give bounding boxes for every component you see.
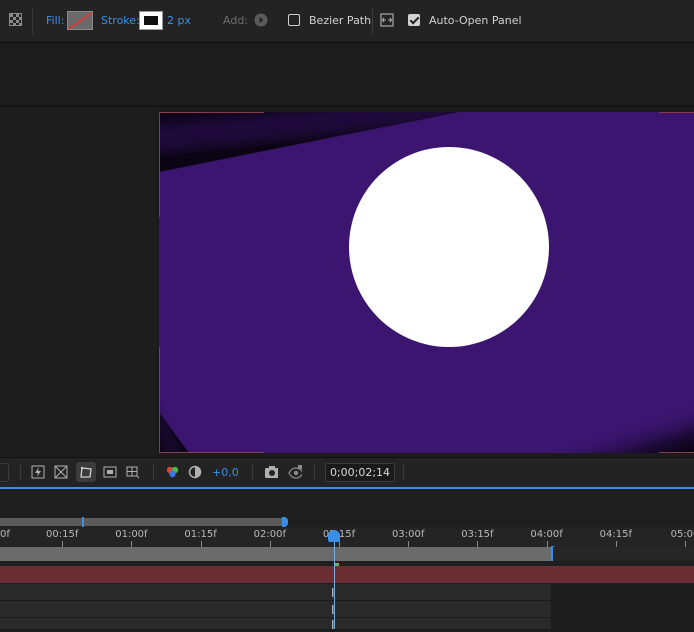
panel-tab-strip xyxy=(0,43,694,107)
transparency-grid-icon[interactable] xyxy=(54,465,68,479)
work-area-marker[interactable] xyxy=(82,517,84,527)
bezier-path-checkbox[interactable] xyxy=(288,14,300,26)
viewer-controls-bar: +0,0 0;00;02;14 xyxy=(0,457,694,487)
current-time-indicator-head[interactable] xyxy=(328,530,340,542)
ruler-time-label: 04:15f xyxy=(599,529,632,540)
toolbar-divider xyxy=(153,464,154,480)
magnification-dropdown[interactable] xyxy=(0,463,9,482)
align-distribute-icon[interactable] xyxy=(380,13,394,27)
auto-open-panel-label: Auto-Open Panel xyxy=(429,14,522,27)
ruler-time-label: 03:00f xyxy=(392,529,425,540)
layer-duration-bar[interactable] xyxy=(0,547,553,561)
region-of-interest-icon[interactable] xyxy=(103,465,117,479)
shape-layer-track[interactable] xyxy=(0,566,694,583)
snapshot-camera-icon[interactable] xyxy=(264,465,278,479)
auto-open-panel-checkbox[interactable] xyxy=(408,14,420,26)
grid-guides-icon[interactable] xyxy=(126,465,140,479)
layer-bar-empty-area xyxy=(553,547,694,561)
work-area-end-handle[interactable] xyxy=(282,517,288,527)
fill-label[interactable]: Fill: xyxy=(46,14,64,27)
stroke-swatch-inner xyxy=(144,16,158,25)
toolbar-divider xyxy=(314,464,315,480)
no-fill-slash-icon xyxy=(68,12,92,29)
work-area-bar[interactable] xyxy=(0,518,286,526)
show-channel-icon[interactable] xyxy=(165,465,179,479)
ruler-time-label: 0f xyxy=(0,529,10,540)
toolbar-divider xyxy=(32,8,33,34)
show-snapshot-icon[interactable] xyxy=(288,465,302,479)
stroke-color-swatch[interactable] xyxy=(139,11,163,30)
mask-path-icon[interactable] xyxy=(79,465,93,479)
ruler-time-label: 00:15f xyxy=(46,529,79,540)
current-time-indicator-line[interactable] xyxy=(334,530,335,629)
stroke-width-value[interactable]: 2 px xyxy=(167,14,191,27)
ruler-time-label: 04:00f xyxy=(530,529,563,540)
toolbar-divider xyxy=(20,464,21,480)
toolbar-divider xyxy=(403,464,404,480)
grid-pattern-icon[interactable] xyxy=(9,13,22,26)
ruler-time-label: 01:00f xyxy=(115,529,148,540)
shape-tool-options-bar: Fill: Stroke: 2 px Add: Bezier Path Auto… xyxy=(0,0,694,43)
bezier-path-label: Bezier Path xyxy=(309,14,372,27)
beyond-duration-area xyxy=(551,584,694,629)
toolbar-divider xyxy=(372,8,373,34)
current-time-display[interactable]: 0;00;02;14 xyxy=(325,463,395,482)
keyframe-marker xyxy=(335,563,339,566)
ruler-time-label: 03:15f xyxy=(461,529,494,540)
composition-canvas[interactable] xyxy=(159,112,694,453)
exposure-value[interactable]: +0,0 xyxy=(212,466,239,479)
ruler-time-label: 01:15f xyxy=(184,529,217,540)
white-circle-shape[interactable] xyxy=(349,147,549,347)
ruler-time-label: 02:00f xyxy=(253,529,286,540)
project-panel xyxy=(0,107,156,457)
toolbar-divider xyxy=(252,464,253,480)
add-property-play-icon[interactable] xyxy=(254,13,268,27)
fast-previews-icon[interactable] xyxy=(31,465,45,479)
fill-swatch-none[interactable] xyxy=(67,11,93,30)
reset-exposure-icon[interactable] xyxy=(188,465,202,479)
stroke-label[interactable]: Stroke: xyxy=(101,14,140,27)
ruler-time-label: 05:00 xyxy=(670,529,694,540)
add-label: Add: xyxy=(223,14,249,27)
